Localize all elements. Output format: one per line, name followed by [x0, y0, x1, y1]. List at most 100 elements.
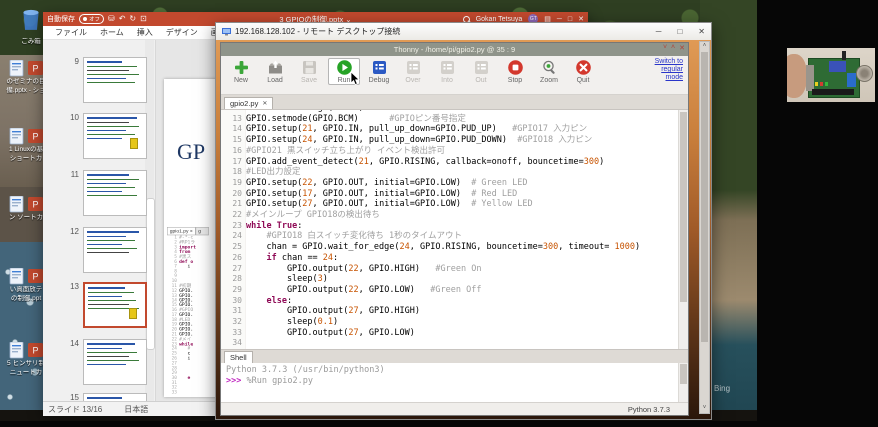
slide-thumb-preview	[83, 339, 147, 385]
code-editor[interactable]: 12GPIO.setwarnings(False)13GPIO.setmode(…	[221, 110, 688, 349]
rdp-close-button[interactable]: ✕	[698, 27, 705, 36]
slide-thumbnail-14[interactable]: 14	[65, 339, 147, 385]
slide-thumbnail-12[interactable]: 12	[65, 227, 147, 273]
editor-scrollbar[interactable]	[678, 110, 688, 349]
into-button: Into	[432, 58, 462, 85]
editor-tab-label: gpio2.py	[230, 99, 258, 108]
redo-icon[interactable]: ↻	[129, 15, 136, 23]
bottom-strip	[0, 421, 878, 427]
slide-number: 13	[65, 282, 79, 328]
autosave-label: 自動保存	[47, 14, 75, 24]
thonny-window: Thonny - /home/pi/gpio2.py @ 35 : 9 ˅˄✕ …	[220, 42, 689, 416]
raspberry-pi-board	[808, 58, 860, 98]
rdp-maximize-button[interactable]: □	[677, 27, 682, 36]
slide-thumbnail-13[interactable]: 13	[65, 282, 147, 328]
shell-line-0: Python 3.7.3 (/usr/bin/python3)	[226, 365, 688, 376]
red-led	[820, 82, 823, 86]
stop-label: Stop	[500, 77, 530, 84]
autosave-toggle[interactable]: オフ	[79, 14, 104, 24]
rdp-icon	[222, 27, 231, 36]
thonny-editor-tabbar: gpio2.py ✕	[221, 95, 688, 110]
usb-ports	[806, 65, 814, 91]
tab-close-icon[interactable]: ✕	[262, 100, 267, 107]
thonny-maximize-icon[interactable]: ˄	[671, 44, 675, 52]
code-line-13: 13GPIO.setmode(GPIO.BCM) #GPIOピン番号指定	[221, 114, 679, 125]
shell-tab[interactable]: Shell	[224, 351, 253, 363]
slide-thumbnail-11[interactable]: 11	[65, 170, 147, 216]
svg-text:P: P	[32, 200, 38, 210]
desktop-shortcut-1[interactable]: P1 Linuxの基ショートカ	[4, 128, 48, 162]
scroll-up-icon[interactable]: ˄	[700, 42, 709, 51]
slide-thumbnail-9[interactable]: 9	[65, 57, 147, 103]
debug-button[interactable]: Debug	[364, 58, 394, 85]
slide-marker	[130, 138, 138, 149]
save-icon[interactable]: ⛁	[108, 15, 115, 23]
thonny-close-icon[interactable]: ✕	[679, 44, 685, 52]
hand	[787, 54, 807, 98]
raspberry-pi-desktop: Thonny - /home/pi/gpio2.py @ 35 : 9 ˅˄✕ …	[216, 40, 711, 419]
interpreter-version: Python 3.7.3	[628, 405, 670, 414]
desktop-shortcut-label: 備.pptx - ショ	[4, 87, 48, 95]
quit-button[interactable]: Quit	[568, 58, 598, 85]
out-label: Out	[466, 77, 496, 84]
desktop-shortcut-4[interactable]: P5 ヒンサリ制ニュートカ	[4, 342, 48, 376]
slide-thumb-preview	[83, 113, 147, 159]
shell-tab-label: Shell	[230, 353, 247, 362]
shell-line-1: >>> %Run gpio2.py	[226, 376, 688, 387]
new-label: New	[226, 77, 256, 84]
new-button[interactable]: New	[226, 58, 256, 85]
code-line-29: 29 GPIO.output(22, GPIO.LOW) #Green Off	[221, 285, 679, 296]
desktop-shortcut-0[interactable]: Pのゼミナの目備.pptx - ショ	[4, 60, 48, 94]
ribbon-tab-3[interactable]: デザイン	[166, 27, 198, 38]
rdp-scrollbar[interactable]: ˄ ˅	[699, 41, 710, 414]
code-line-25: 25 chan = GPIO.wait_for_edge(24, GPIO.RI…	[221, 242, 679, 253]
debug-label: Debug	[364, 77, 394, 84]
code-line-19: 19GPIO.setup(22, GPIO.OUT, initial=GPIO.…	[221, 178, 679, 189]
stop-button[interactable]: Stop	[500, 58, 530, 85]
load-button[interactable]: Load	[260, 58, 290, 85]
remote-desktop-window: 192.168.128.102 - リモート デスクトップ接続 ─ □ ✕ Th…	[215, 22, 712, 420]
shell-output[interactable]: Python 3.7.3 (/usr/bin/python3)>>> %Run …	[221, 363, 688, 402]
ribbon-tab-1[interactable]: ホーム	[100, 27, 124, 38]
zoom-label: Zoom	[534, 77, 564, 84]
code-line-31: 31 GPIO.output(27, GPIO.HIGH)	[221, 306, 679, 317]
shell-scrollbar[interactable]	[678, 363, 688, 402]
editor-tab-gpio2[interactable]: gpio2.py ✕	[224, 97, 273, 109]
svg-text:P: P	[32, 64, 38, 74]
svg-text:P: P	[32, 346, 38, 356]
thonny-minimize-icon[interactable]: ˅	[663, 44, 667, 52]
thonny-titlebar: Thonny - /home/pi/gpio2.py @ 35 : 9 ˅˄✕	[221, 43, 688, 56]
code-line-26: 26 if chan == 24:	[221, 253, 679, 264]
undo-icon[interactable]: ↶	[119, 15, 126, 23]
slide-thumbnail-10[interactable]: 10	[65, 113, 147, 159]
zoom-button[interactable]: Zoom	[534, 58, 564, 85]
desktop-shortcut-2[interactable]: Pン ソートカ	[4, 196, 48, 222]
slide-number: 15	[65, 393, 79, 401]
slide-thumb-preview	[83, 282, 147, 328]
code-line-33: 33 GPIO.output(27, GPIO.LOW)	[221, 328, 679, 339]
slide-thumbnail-15[interactable]: 15	[65, 393, 147, 401]
rdp-scroll-thumb[interactable]	[701, 52, 708, 342]
code-line-23: 23while True:	[221, 221, 679, 232]
desktop-shortcut-3[interactable]: Pい真面放テの制御.ppt	[4, 268, 48, 302]
run-button[interactable]: Run	[328, 58, 360, 85]
slide-thumb-preview	[83, 393, 147, 401]
quit-label: Quit	[568, 77, 598, 84]
rotary-knob	[856, 65, 873, 82]
language-indicator[interactable]: 日本語	[124, 404, 148, 415]
bing-watermark: Bing	[714, 384, 730, 393]
rdp-minimize-button[interactable]: ─	[656, 27, 662, 36]
save-label: Save	[294, 77, 324, 84]
slide-number: 12	[65, 227, 79, 273]
code-line-15: 15GPIO.setup(24, GPIO.IN, pull_up_down=G…	[221, 135, 679, 146]
over-label: Over	[398, 77, 428, 84]
ribbon-tab-2[interactable]: 挿入	[137, 27, 153, 38]
code-line-27: 27 GPIO.output(22, GPIO.HIGH) #Green On	[221, 264, 679, 275]
scroll-down-icon[interactable]: ˅	[700, 404, 709, 413]
switch-regular-mode-link[interactable]: Switch toregularmode	[655, 58, 683, 82]
slideshow-icon[interactable]: ⊡	[140, 15, 147, 23]
ribbon-tab-0[interactable]: ファイル	[55, 27, 87, 38]
slide-counter[interactable]: スライド 13/16	[48, 404, 102, 415]
thonny-statusbar: Python 3.7.3	[221, 402, 688, 415]
desktop-shortcut-label: 5 ヒンサリ制	[4, 360, 48, 368]
